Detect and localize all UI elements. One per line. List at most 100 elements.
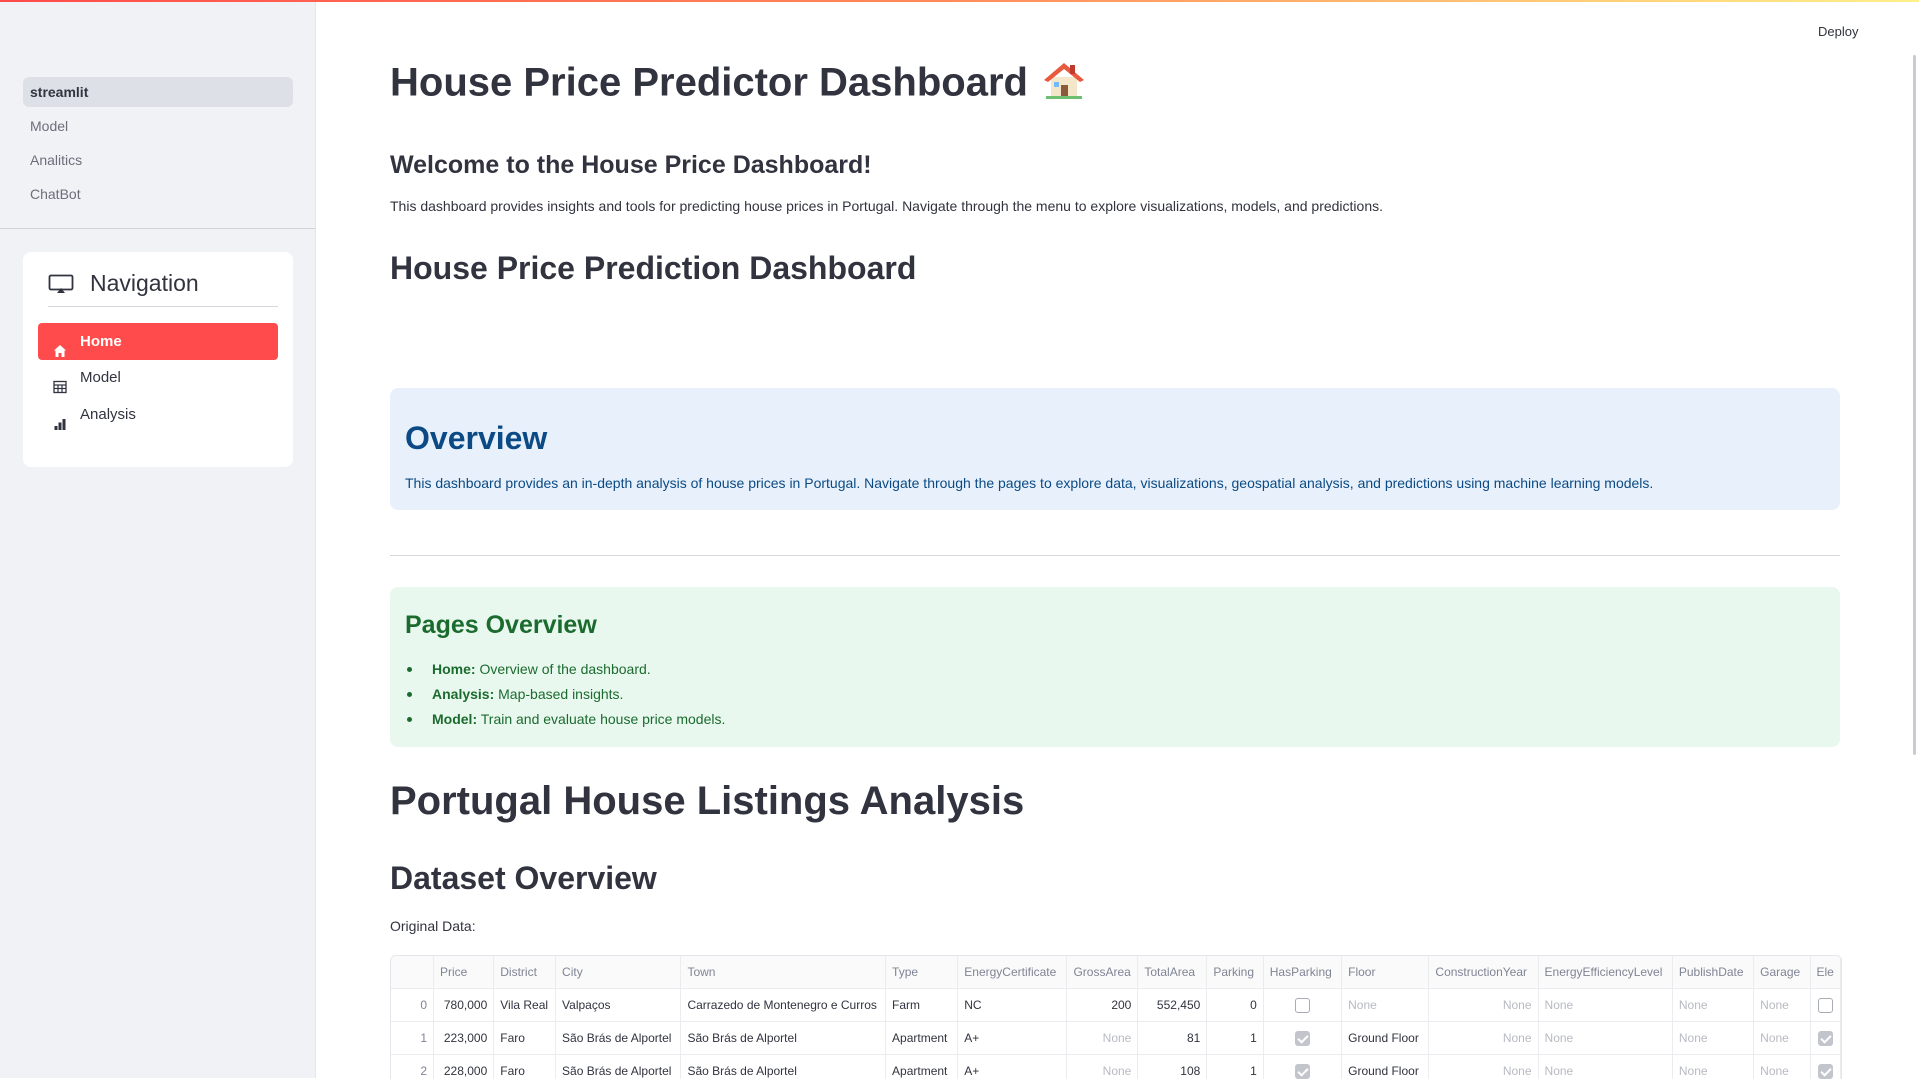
cell-town[interactable]: São Brás de Alportel [681,1055,886,1079]
cell-construction-year[interactable]: None [1429,1055,1538,1079]
cell-construction-year[interactable]: None [1429,989,1538,1022]
cell-floor[interactable]: Ground Floor [1342,1022,1429,1055]
data-table-grid: Price District City Town Type EnergyCert… [391,956,1841,1079]
navigation-menu: Navigation Home Model Analysis [23,252,293,467]
cell-energy-certificate[interactable]: NC [958,989,1067,1022]
list-item: Model: Train and evaluate house price mo… [405,707,725,732]
cell-elevator[interactable] [1810,1022,1841,1055]
table-row[interactable]: 0 780,000 Vila Real Valpaços Carrazedo d… [391,989,1841,1022]
row-index: 2 [391,1055,434,1079]
table-row[interactable]: 1 223,000 Faro São Brás de Alportel São … [391,1022,1841,1055]
cell-gross-area[interactable]: None [1067,1055,1138,1079]
cell-type[interactable]: Farm [886,989,958,1022]
cell-parking[interactable]: 1 [1207,1055,1263,1079]
bar-chart-icon [53,408,67,422]
page-nav: streamlit Model Analitics ChatBot [23,77,293,213]
column-header[interactable]: Garage [1754,956,1810,989]
cell-gross-area[interactable]: None [1067,1022,1138,1055]
sidebar: streamlit Model Analitics ChatBot Naviga… [0,2,316,1078]
column-header[interactable]: Type [886,956,958,989]
column-header[interactable]: EnergyEfficiencyLevel [1538,956,1672,989]
column-header[interactable]: Ele [1810,956,1841,989]
page-nav-item-model[interactable]: Model [23,111,293,141]
cell-city[interactable]: São Brás de Alportel [556,1022,681,1055]
page-scrollbar[interactable] [1913,55,1916,755]
monitor-icon [48,274,74,299]
cell-publish-date[interactable]: None [1672,1022,1753,1055]
cell-city[interactable]: São Brás de Alportel [556,1055,681,1079]
cell-district[interactable]: Faro [494,1055,556,1079]
cell-district[interactable]: Vila Real [494,989,556,1022]
column-header[interactable] [391,956,434,989]
cell-elevator[interactable] [1810,1055,1841,1079]
nav-option-analysis[interactable]: Analysis [38,396,278,433]
navigation-title: Navigation [90,270,199,297]
intro-text: This dashboard provides insights and too… [390,198,1383,214]
table-header-row: Price District City Town Type EnergyCert… [391,956,1841,989]
cell-publish-date[interactable]: None [1672,989,1753,1022]
cell-garage[interactable]: None [1754,1022,1810,1055]
list-item-name: Analysis: [432,686,494,702]
column-header[interactable]: ConstructionYear [1429,956,1538,989]
column-header[interactable]: Floor [1342,956,1429,989]
cell-town[interactable]: Carrazedo de Montenegro e Curros [681,989,886,1022]
cell-energy-certificate[interactable]: A+ [958,1022,1067,1055]
column-header[interactable]: Town [681,956,886,989]
cell-price[interactable]: 223,000 [434,1022,494,1055]
cell-district[interactable]: Faro [494,1022,556,1055]
column-header[interactable]: Parking [1207,956,1263,989]
column-header[interactable]: District [494,956,556,989]
page-nav-item-analitics[interactable]: Analitics [23,145,293,175]
column-header[interactable]: HasParking [1263,956,1341,989]
deploy-button[interactable]: Deploy [1818,24,1858,39]
cell-gross-area[interactable]: 200 [1067,989,1138,1022]
column-header[interactable]: GrossArea [1067,956,1138,989]
cell-energy-certificate[interactable]: A+ [958,1055,1067,1079]
list-item-name: Model: [432,711,477,727]
cell-energy-efficiency-level[interactable]: None [1538,989,1672,1022]
cell-total-area[interactable]: 81 [1138,1022,1207,1055]
cell-price[interactable]: 780,000 [434,989,494,1022]
cell-floor[interactable]: None [1342,989,1429,1022]
cell-total-area[interactable]: 552,450 [1138,989,1207,1022]
overview-info-box: Overview This dashboard provides an in-d… [390,388,1840,510]
cell-floor[interactable]: Ground Floor [1342,1055,1429,1079]
cell-town[interactable]: São Brás de Alportel [681,1022,886,1055]
cell-energy-efficiency-level[interactable]: None [1538,1055,1672,1079]
cell-parking[interactable]: 0 [1207,989,1263,1022]
cell-publish-date[interactable]: None [1672,1055,1753,1079]
column-header[interactable]: Price [434,956,494,989]
divider [390,555,1840,556]
cell-total-area[interactable]: 108 [1138,1055,1207,1079]
checkbox-checked [1818,1031,1833,1046]
column-header[interactable]: TotalArea [1138,956,1207,989]
cell-garage[interactable]: None [1754,989,1810,1022]
cell-has-parking[interactable] [1263,1055,1341,1079]
list-item-desc: Train and evaluate house price models. [481,711,726,727]
cell-has-parking[interactable] [1263,989,1341,1022]
cell-price[interactable]: 228,000 [434,1055,494,1079]
column-header[interactable]: City [556,956,681,989]
page-nav-item-streamlit[interactable]: streamlit [23,77,293,107]
table-row[interactable]: 2 228,000 Faro São Brás de Alportel São … [391,1055,1841,1079]
nav-option-home[interactable]: Home [38,323,278,360]
cell-elevator[interactable] [1810,989,1841,1022]
cell-has-parking[interactable] [1263,1022,1341,1055]
cell-garage[interactable]: None [1754,1055,1810,1079]
cell-type[interactable]: Apartment [886,1055,958,1079]
page-nav-item-chatbot[interactable]: ChatBot [23,179,293,209]
column-header[interactable]: PublishDate [1672,956,1753,989]
cell-city[interactable]: Valpaços [556,989,681,1022]
pages-overview-title: Pages Overview [405,611,597,640]
column-header[interactable]: EnergyCertificate [958,956,1067,989]
overview-title: Overview [405,420,547,457]
row-index: 0 [391,989,434,1022]
data-table[interactable]: Price District City Town Type EnergyCert… [390,955,1842,1079]
cell-type[interactable]: Apartment [886,1022,958,1055]
cell-construction-year[interactable]: None [1429,1022,1538,1055]
nav-option-model[interactable]: Model [38,359,278,396]
list-item-desc: Map-based insights. [498,686,623,702]
cell-parking[interactable]: 1 [1207,1022,1263,1055]
list-item: Home: Overview of the dashboard. [405,657,725,682]
cell-energy-efficiency-level[interactable]: None [1538,1022,1672,1055]
